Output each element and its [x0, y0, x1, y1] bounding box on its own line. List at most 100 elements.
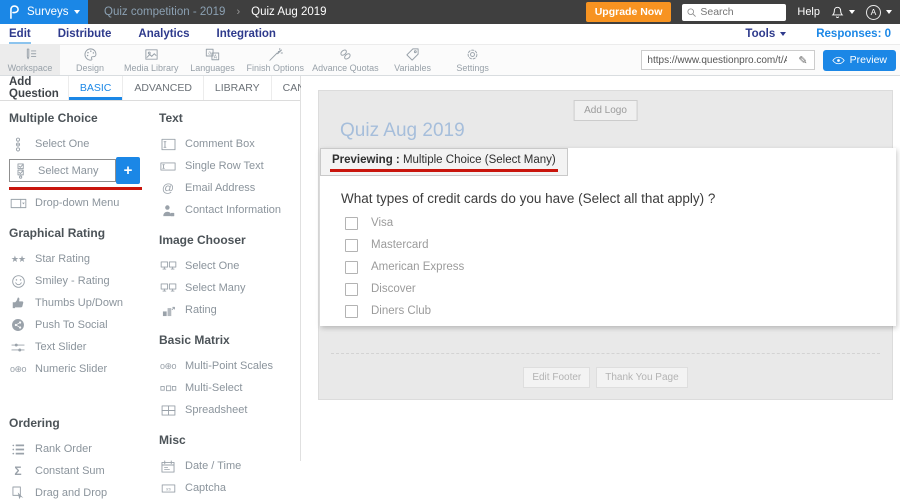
survey-preview-area: Add Logo Quiz Aug 2019 Previewing : Mult…: [301, 76, 900, 461]
preview-button[interactable]: Preview: [823, 50, 896, 71]
search-input[interactable]: [700, 6, 782, 18]
question-type-push-to-social[interactable]: Push To Social: [9, 314, 159, 336]
section-divider: [331, 353, 880, 354]
question-type-comment-box[interactable]: Comment Box: [159, 133, 299, 155]
drag-drop-icon: [9, 486, 27, 501]
checkbox-stack-icon: [12, 163, 30, 179]
image-icon: [144, 47, 159, 62]
svg-text:a: a: [208, 51, 211, 57]
at-icon: @: [159, 182, 177, 194]
toolbar-item-media-library[interactable]: Media Library: [120, 45, 183, 75]
toolbar-item-advance-quotas[interactable]: Advance Quotas: [308, 45, 383, 75]
question-type-select-one[interactable]: Select One: [9, 133, 159, 155]
option-label: American Express: [371, 261, 464, 273]
surveys-label: Surveys: [27, 6, 69, 18]
section-misc: Misc: [159, 433, 299, 447]
translate-icon: aA: [205, 47, 220, 62]
question-type-multi-select[interactable]: Multi-Select: [159, 377, 299, 399]
share-icon: [9, 318, 27, 332]
section-basic-matrix: Basic Matrix: [159, 333, 299, 347]
slider-icon: [9, 341, 27, 354]
toolbar-item-design[interactable]: Design: [60, 45, 120, 75]
toolbar-item-settings[interactable]: Settings: [443, 45, 503, 75]
notifications-button[interactable]: [831, 6, 855, 19]
calendar-icon: [159, 460, 177, 473]
toolbar-item-workspace[interactable]: Workspace: [0, 45, 60, 75]
question-type-email-address[interactable]: @ Email Address: [159, 177, 299, 199]
previewing-underline: [330, 169, 558, 172]
radio-stack-icon: [9, 137, 27, 152]
screen: { "topbar": { "logo_icon": "questionpro-…: [0, 0, 900, 461]
option-label: Mastercard: [371, 239, 429, 251]
panel-tab-library[interactable]: LIBRARY: [203, 76, 271, 100]
question-type-contact-information[interactable]: Contact Information: [159, 199, 299, 221]
gear-icon: [465, 47, 480, 62]
option-checkbox[interactable]: [345, 305, 358, 318]
question-text: What types of credit cards do you have (…: [341, 191, 715, 206]
survey-url-input[interactable]: [642, 55, 792, 66]
help-link[interactable]: Help: [797, 6, 820, 18]
option-label: Visa: [371, 217, 393, 229]
panel-tab-basic[interactable]: BASIC: [68, 76, 123, 100]
single-row-icon: [159, 162, 177, 171]
nav-tab-distribute[interactable]: Distribute: [58, 24, 112, 44]
question-type-spreadsheet[interactable]: Spreadsheet: [159, 399, 299, 421]
question-type-select-many[interactable]: Select Many: [9, 159, 116, 182]
surveys-menu[interactable]: Surveys: [0, 0, 88, 24]
question-type-multi-point-scales[interactable]: o⊕o Multi-Point Scales: [159, 355, 299, 377]
footer-actions: Edit Footer Thank You Page: [319, 367, 892, 388]
caret-down-icon: [780, 32, 786, 36]
section-ordering: Ordering: [9, 416, 159, 430]
nav-tab-edit[interactable]: Edit: [9, 24, 31, 44]
responses-count[interactable]: Responses: 0: [816, 28, 891, 40]
edit-url-icon[interactable]: ✎: [792, 54, 813, 67]
question-type-captcha[interactable]: xs Captcha: [159, 477, 299, 499]
question-type-image-rating[interactable]: Rating: [159, 299, 299, 321]
option-checkbox[interactable]: [345, 261, 358, 274]
question-type-image-select-one[interactable]: Select One: [159, 255, 299, 277]
thank-you-page-button[interactable]: Thank You Page: [596, 367, 687, 388]
option-checkbox[interactable]: [345, 217, 358, 230]
question-type-text-slider[interactable]: Text Slider: [9, 336, 159, 358]
question-type-rank-order[interactable]: Rank Order: [9, 438, 159, 460]
option-row: Diners Club: [345, 300, 464, 322]
question-type-single-row-text[interactable]: Single Row Text: [159, 155, 299, 177]
search-box[interactable]: [682, 4, 786, 21]
question-type-constant-sum[interactable]: Σ Constant Sum: [9, 460, 159, 482]
option-checkbox[interactable]: [345, 239, 358, 252]
toolbar-item-variables[interactable]: Variables: [383, 45, 443, 75]
image-pair-icon: [159, 283, 177, 294]
previewing-label: Previewing :: [332, 154, 400, 166]
multi-select-icon: [159, 385, 177, 392]
question-type-star-rating[interactable]: ★★ Star Rating: [9, 248, 159, 270]
upgrade-now-button[interactable]: Upgrade Now: [586, 2, 672, 22]
breadcrumb-parent[interactable]: Quiz competition - 2019: [104, 6, 225, 18]
question-type-dropdown-menu[interactable]: Drop-down Menu: [9, 192, 159, 214]
breadcrumb-current: Quiz Aug 2019: [251, 6, 326, 18]
question-type-numeric-slider[interactable]: o⊕o Numeric Slider: [9, 358, 159, 380]
question-type-select-many-highlighted: Select Many +: [9, 157, 159, 190]
option-label: Discover: [371, 283, 416, 295]
question-types-column-1: Multiple Choice Select One Select Many +…: [9, 103, 159, 504]
question-type-drag-and-drop[interactable]: Drag and Drop: [9, 482, 159, 504]
toolbar-item-finish-options[interactable]: Finish Options: [243, 45, 309, 75]
add-logo-button[interactable]: Add Logo: [573, 100, 638, 121]
toolbar-item-languages[interactable]: aA Languages: [183, 45, 243, 75]
account-menu[interactable]: A: [866, 5, 892, 20]
numeric-slider-icon: o⊕o: [9, 365, 27, 374]
question-type-date-time[interactable]: Date / Time: [159, 455, 299, 477]
question-type-thumbs-up-down[interactable]: Thumbs Up/Down: [9, 292, 159, 314]
search-icon: [686, 7, 697, 18]
add-select-many-button[interactable]: +: [116, 157, 140, 184]
workspace-icon: [23, 47, 38, 62]
nav-tab-analytics[interactable]: Analytics: [138, 24, 189, 44]
nav-tab-integration[interactable]: Integration: [217, 24, 276, 44]
question-type-image-select-many[interactable]: Select Many: [159, 277, 299, 299]
question-type-smiley-rating[interactable]: Smiley - Rating: [9, 270, 159, 292]
question-preview-card: Previewing : Multiple Choice (Select Man…: [320, 148, 896, 326]
edit-footer-button[interactable]: Edit Footer: [523, 367, 590, 388]
tools-menu[interactable]: Tools: [745, 28, 786, 40]
panel-tab-advanced[interactable]: ADVANCED: [122, 76, 203, 100]
survey-title[interactable]: Quiz Aug 2019: [340, 120, 465, 142]
option-checkbox[interactable]: [345, 283, 358, 296]
